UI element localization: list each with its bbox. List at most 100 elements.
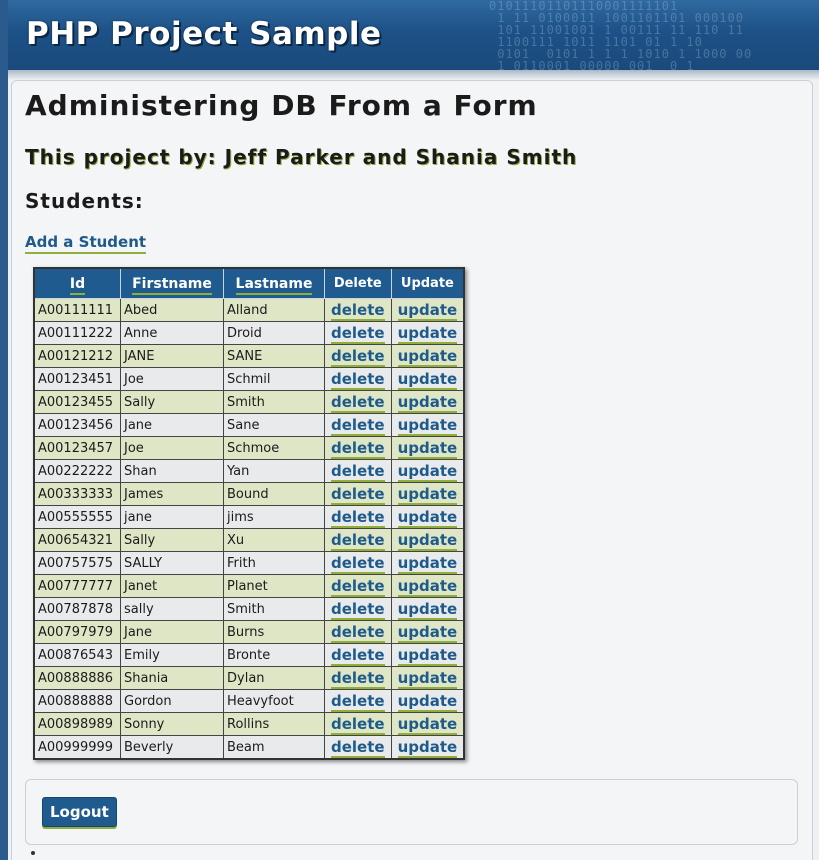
content-panel: Administering DB From a Form This projec…	[11, 80, 813, 860]
cell-id: A00787878	[33, 597, 121, 621]
table-row: A00123455 Sally Smith delete update	[33, 390, 465, 414]
bullet-dot	[31, 851, 35, 855]
cell-update: update	[390, 712, 465, 736]
update-link[interactable]: update	[397, 692, 458, 712]
update-link[interactable]: update	[397, 623, 458, 643]
update-link[interactable]: update	[397, 554, 458, 574]
delete-link[interactable]: delete	[331, 347, 385, 367]
delete-link[interactable]: delete	[331, 738, 385, 758]
cell-delete: delete	[324, 459, 392, 483]
update-link[interactable]: update	[397, 416, 458, 436]
update-link[interactable]: update	[397, 485, 458, 505]
cell-id: A00121212	[33, 344, 121, 368]
delete-link[interactable]: delete	[331, 715, 385, 735]
table-row: A00757575 SALLY Frith delete update	[33, 551, 465, 575]
update-link[interactable]: update	[397, 508, 458, 528]
column-header-id[interactable]: Id	[33, 267, 121, 299]
column-header-lastname[interactable]: Lastname	[223, 267, 325, 299]
project-byline: This project by: Jeff Parker and Shania …	[25, 145, 578, 169]
cell-id: A00654321	[33, 528, 121, 552]
cell-id: A00898989	[33, 712, 121, 736]
update-link[interactable]: update	[397, 393, 458, 413]
delete-link[interactable]: delete	[331, 692, 385, 712]
cell-update: update	[390, 413, 465, 437]
cell-firstname: sally	[120, 597, 224, 621]
update-link[interactable]: update	[397, 531, 458, 551]
delete-link[interactable]: delete	[331, 508, 385, 528]
update-link[interactable]: update	[397, 646, 458, 666]
update-link[interactable]: update	[397, 324, 458, 344]
cell-id: A00222222	[33, 459, 121, 483]
delete-link[interactable]: delete	[331, 554, 385, 574]
delete-link[interactable]: delete	[331, 623, 385, 643]
cell-firstname: Jane	[120, 620, 224, 644]
cell-update: update	[390, 344, 465, 368]
cell-firstname: Beverly	[120, 735, 224, 760]
delete-link[interactable]: delete	[331, 531, 385, 551]
delete-link[interactable]: delete	[331, 416, 385, 436]
cell-update: update	[390, 597, 465, 621]
logout-button[interactable]: Logout	[42, 797, 117, 827]
cell-firstname: JANE	[120, 344, 224, 368]
cell-firstname: Shania	[120, 666, 224, 690]
cell-delete: delete	[324, 666, 392, 690]
cell-update: update	[390, 666, 465, 690]
cell-delete: delete	[324, 689, 392, 713]
cell-lastname: Smith	[223, 390, 325, 414]
table-row: A00888886 Shania Dylan delete update	[33, 666, 465, 690]
cell-delete: delete	[324, 735, 392, 760]
update-link[interactable]: update	[397, 462, 458, 482]
students-table-body: A00111111 Abed Alland delete update A00111222…	[33, 298, 465, 760]
cell-update: update	[390, 482, 465, 506]
cell-lastname: Alland	[223, 298, 325, 322]
sort-by-firstname-link[interactable]: Firstname	[132, 275, 212, 295]
cell-delete: delete	[324, 390, 392, 414]
cell-lastname: Yan	[223, 459, 325, 483]
update-link[interactable]: update	[397, 439, 458, 459]
table-row: A00777777 Janet Planet delete update	[33, 574, 465, 598]
delete-link[interactable]: delete	[331, 669, 385, 689]
update-link[interactable]: update	[397, 715, 458, 735]
update-link[interactable]: update	[397, 738, 458, 758]
delete-link[interactable]: delete	[331, 324, 385, 344]
update-link[interactable]: update	[397, 600, 458, 620]
table-row: A00888888 Gordon Heavyfoot delete update	[33, 689, 465, 713]
cell-id: A00123456	[33, 413, 121, 437]
delete-link[interactable]: delete	[331, 393, 385, 413]
table-row: A00111111 Abed Alland delete update	[33, 298, 465, 322]
delete-link[interactable]: delete	[331, 462, 385, 482]
cell-delete: delete	[324, 551, 392, 575]
cell-lastname: Bronte	[223, 643, 325, 667]
delete-link[interactable]: delete	[331, 370, 385, 390]
delete-link[interactable]: delete	[331, 600, 385, 620]
add-student-link[interactable]: Add a Student	[25, 233, 147, 254]
sort-by-id-link[interactable]: Id	[69, 275, 86, 295]
sort-by-lastname-link[interactable]: Lastname	[235, 275, 313, 295]
cell-delete: delete	[324, 528, 392, 552]
cell-id: A00757575	[33, 551, 121, 575]
update-link[interactable]: update	[397, 669, 458, 689]
delete-link[interactable]: delete	[331, 577, 385, 597]
cell-firstname: Joe	[120, 436, 224, 460]
update-link[interactable]: update	[397, 301, 458, 321]
table-row: A00876543 Emily Bronte delete update	[33, 643, 465, 667]
update-link[interactable]: update	[397, 577, 458, 597]
cell-id: A00777777	[33, 574, 121, 598]
table-row: A00797979 Jane Burns delete update	[33, 620, 465, 644]
delete-link[interactable]: delete	[331, 646, 385, 666]
column-header-firstname[interactable]: Firstname	[120, 267, 224, 299]
cell-id: A00888886	[33, 666, 121, 690]
cell-firstname: SALLY	[120, 551, 224, 575]
cell-update: update	[390, 735, 465, 760]
cell-lastname: Planet	[223, 574, 325, 598]
cell-id: A00111111	[33, 298, 121, 322]
cell-delete: delete	[324, 344, 392, 368]
update-link[interactable]: update	[397, 347, 458, 367]
table-row: A00123457 Joe Schmoe delete update	[33, 436, 465, 460]
delete-link[interactable]: delete	[331, 485, 385, 505]
cell-update: update	[390, 528, 465, 552]
delete-link[interactable]: delete	[331, 301, 385, 321]
delete-link[interactable]: delete	[331, 439, 385, 459]
cell-lastname: jims	[223, 505, 325, 529]
update-link[interactable]: update	[397, 370, 458, 390]
